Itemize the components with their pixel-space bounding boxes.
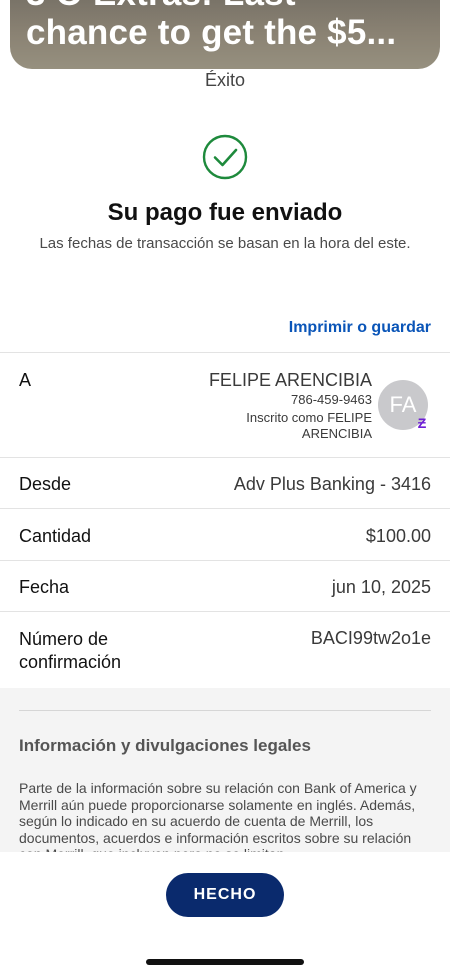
print-or-save-link[interactable]: Imprimir o guardar: [289, 319, 431, 337]
payment-confirmation-screen: 3 O Extras: Last chance to get the $5...…: [0, 0, 450, 975]
recipient-phone: 786-459-9463: [291, 392, 372, 407]
home-indicator[interactable]: [146, 959, 304, 965]
page-title: Éxito: [204, 70, 246, 90]
divider: [0, 611, 450, 612]
done-button[interactable]: HECHO: [166, 873, 284, 917]
recipient-enrolled-as: Inscrito como FELIPE ARENCIBIA: [246, 410, 372, 441]
divider: [0, 560, 450, 561]
status-subtext: Las fechas de transacción se basan en la…: [39, 235, 411, 252]
success-check-icon: [202, 134, 248, 180]
recipient-label: A: [19, 370, 32, 390]
date-label: Fecha: [19, 577, 70, 597]
confirmation-label: Número de confirmación: [19, 629, 122, 672]
legal-disclosures: Información y divulgaciones legales Part…: [0, 688, 450, 858]
divider: [0, 352, 450, 353]
notification-line-2: chance to get the $5...: [26, 13, 397, 52]
amount-label: Cantidad: [19, 526, 92, 546]
legal-title: Información y divulgaciones legales: [19, 736, 311, 755]
confirmation-number: BACI99tw2o1e: [310, 628, 431, 648]
divider: [0, 457, 450, 458]
divider: [19, 710, 431, 711]
from-account-value: Adv Plus Banking - 3416: [233, 474, 431, 494]
amount-value: $100.00: [365, 526, 431, 546]
zelle-icon: Ƶ: [417, 415, 427, 431]
date-value: jun 10, 2025: [331, 577, 431, 597]
legal-body: Parte de la información sobre su relació…: [19, 780, 417, 858]
divider: [0, 508, 450, 509]
from-label: Desde: [19, 474, 72, 494]
recipient-name: FELIPE ARENCIBIA: [208, 370, 372, 390]
notification-banner[interactable]: 3 O Extras: Last chance to get the $5...: [10, 0, 440, 69]
status-headline: Su pago fue enviado: [107, 199, 343, 226]
notification-line-1: 3 O Extras: Last: [26, 0, 296, 14]
